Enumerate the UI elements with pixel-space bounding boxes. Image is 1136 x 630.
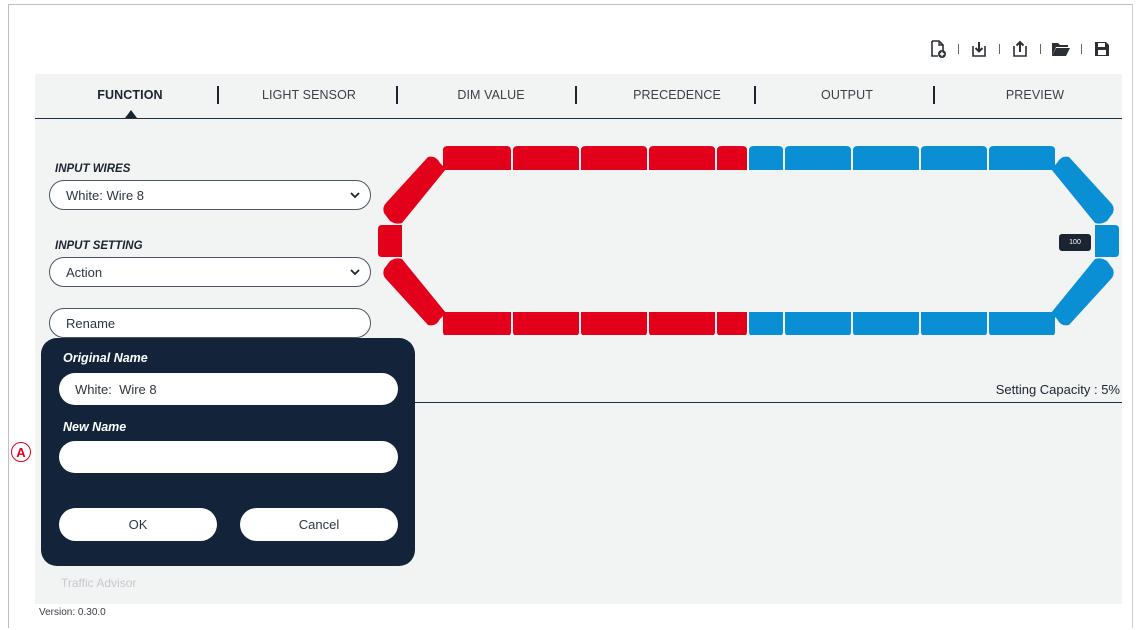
version-label: Version: 0.30.0 [39,607,106,618]
original-name-field[interactable] [59,373,398,405]
capacity-divider [411,402,1122,403]
light-module-blue-bottom[interactable] [921,312,987,335]
light-module-red-top[interactable] [649,146,715,170]
light-module-red-bottom[interactable] [649,312,715,335]
input-wires-select[interactable]: White: Wire 8 [49,180,371,210]
light-module-red-top[interactable] [717,146,747,170]
tab-precedence[interactable]: PRECEDENCE [607,88,747,102]
input-setting-value: Action [66,264,103,280]
toolbar-separator [1081,44,1082,54]
tab-separator [575,86,577,104]
new-name-label: New Name [63,420,127,434]
tab-separator [217,86,219,104]
light-module-red-bottom[interactable] [513,312,579,335]
toolbar-separator [958,44,959,54]
save-button[interactable] [1092,39,1112,59]
ok-button[interactable]: OK [59,508,217,541]
light-module-blue-corner[interactable] [1051,156,1114,224]
original-name-label: Original Name [63,351,148,365]
light-module-blue-bottom[interactable] [749,312,783,335]
cancel-button[interactable]: Cancel [240,508,398,541]
tab-bar: FUNCTION LIGHT SENSOR DIM VALUE PRECEDEN… [35,74,1122,119]
new-file-button[interactable] [928,39,948,59]
rename-dialog: Original Name New Name OK Cancel [41,338,415,566]
tab-output[interactable]: OUTPUT [787,88,907,102]
light-module-blue-top[interactable] [749,146,783,170]
input-wires-value: White: Wire 8 [66,187,145,203]
traffic-advisor-item: Traffic Advisor [61,576,137,590]
open-folder-icon [1052,43,1070,56]
light-module-blue-corner[interactable] [1051,258,1114,326]
light-module-blue-top[interactable] [921,146,987,170]
input-wires-label: INPUT WIRES [55,163,131,175]
light-module-blue-top[interactable] [853,146,919,170]
tab-dim-value[interactable]: DIM VALUE [431,88,551,102]
toolbar-separator [999,44,1000,54]
tab-preview[interactable]: PREVIEW [975,88,1095,102]
chevron-down-icon [350,192,360,199]
rename-button[interactable]: Rename [49,308,371,338]
light-module-red-corner[interactable] [383,156,446,224]
tab-light-sensor[interactable]: LIGHT SENSOR [249,88,369,102]
light-module-red-bottom[interactable] [717,312,747,335]
export-icon [1013,40,1027,57]
light-module-blue-end[interactable] [1095,225,1119,257]
lightbar-diagram [378,146,1119,335]
import-icon [972,42,986,57]
light-module-blue-top[interactable] [785,146,851,170]
toolbar-separator [1040,44,1041,54]
new-name-field[interactable] [59,441,398,473]
new-file-icon [931,40,946,58]
light-module-red-corner[interactable] [383,258,446,326]
active-tab-indicator [125,110,137,118]
dim-value-badge: 100 [1059,234,1091,251]
input-setting-select[interactable]: Action [49,257,371,287]
input-setting-label: INPUT SETTING [55,240,143,252]
light-module-red-top[interactable] [513,146,579,170]
light-module-red-top[interactable] [581,146,647,170]
chevron-down-icon [350,269,360,276]
light-module-blue-bottom[interactable] [785,312,851,335]
annotation-marker: A [11,442,31,462]
open-folder-button[interactable] [1051,39,1071,59]
import-button[interactable] [969,39,989,59]
light-module-red-bottom[interactable] [443,312,511,335]
tab-function[interactable]: FUNCTION [75,88,185,102]
light-module-red-top[interactable] [443,146,511,170]
tab-separator [933,86,935,104]
toolbar [928,39,1112,59]
light-module-blue-bottom[interactable] [853,312,919,335]
save-icon [1095,42,1109,56]
tab-separator [396,86,398,104]
export-button[interactable] [1010,39,1030,59]
light-module-blue-bottom[interactable] [989,312,1055,335]
light-module-blue-top[interactable] [989,146,1055,170]
light-module-red-end[interactable] [378,225,402,257]
lightbar-red-section [378,146,747,335]
tab-separator [754,86,756,104]
rename-label: Rename [66,315,116,331]
light-module-red-bottom[interactable] [581,312,647,335]
setting-capacity: Setting Capacity : 5% [995,382,1120,397]
